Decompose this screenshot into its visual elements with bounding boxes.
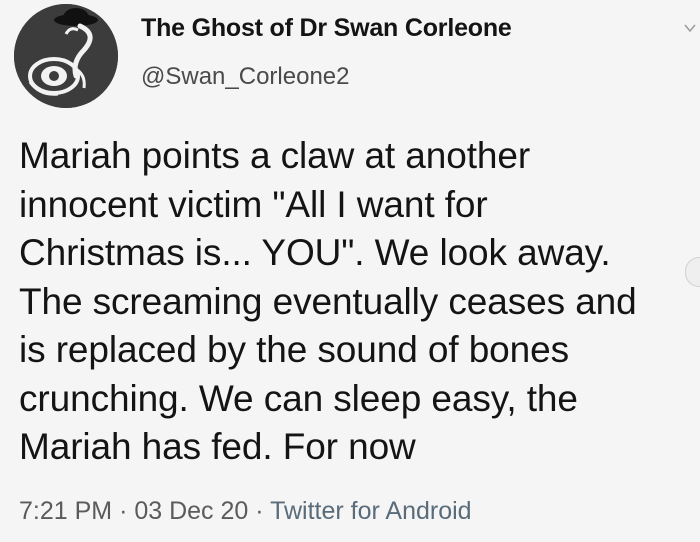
tweet-source[interactable]: Twitter for Android xyxy=(270,497,471,525)
chevron-down-icon[interactable] xyxy=(682,20,698,36)
meta-separator: · xyxy=(119,497,128,525)
author-display-name[interactable]: The Ghost of Dr Swan Corleone xyxy=(141,14,512,43)
author-handle[interactable]: @Swan_Corleone2 xyxy=(141,63,350,91)
tweet-metadata: 7:21 PM · 03 Dec 20 · Twitter for Androi… xyxy=(19,497,472,526)
tweet-text: Mariah points a claw at another innocent… xyxy=(19,135,637,467)
tweet-date[interactable]: 03 Dec 20 xyxy=(134,497,248,525)
tweet-time[interactable]: 7:21 PM xyxy=(19,497,112,525)
meta-separator: · xyxy=(255,497,264,525)
swan-drawing-avatar-icon xyxy=(14,4,118,108)
avatar[interactable] xyxy=(14,4,118,108)
tweet-card: The Ghost of Dr Swan Corleone @Swan_Corl… xyxy=(0,0,700,542)
